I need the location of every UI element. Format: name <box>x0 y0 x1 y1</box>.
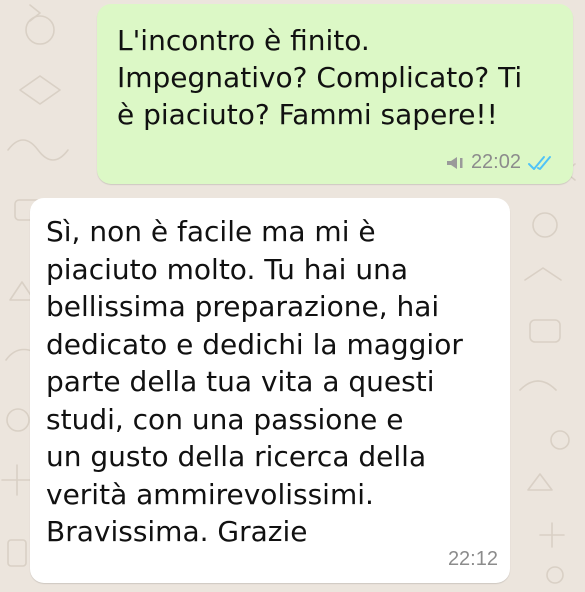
message-time: 22:12 <box>447 548 498 570</box>
message-text: L'incontro è finito. Impegnativo? Compli… <box>117 24 523 131</box>
outgoing-message-bubble[interactable]: L'incontro è finito. Impegnativo? Compli… <box>97 4 573 184</box>
message-time: 22:02 <box>470 151 521 173</box>
message-meta: 22:02 <box>445 151 557 174</box>
speaker-icon <box>446 156 463 169</box>
message-meta: 22:12 <box>448 548 498 571</box>
message-text: Sì, non è facile ma mi è piaciuto molto.… <box>46 215 463 548</box>
double-check-read-icon <box>528 155 551 170</box>
incoming-message-bubble[interactable]: Sì, non è facile ma mi è piaciuto molto.… <box>30 198 510 583</box>
